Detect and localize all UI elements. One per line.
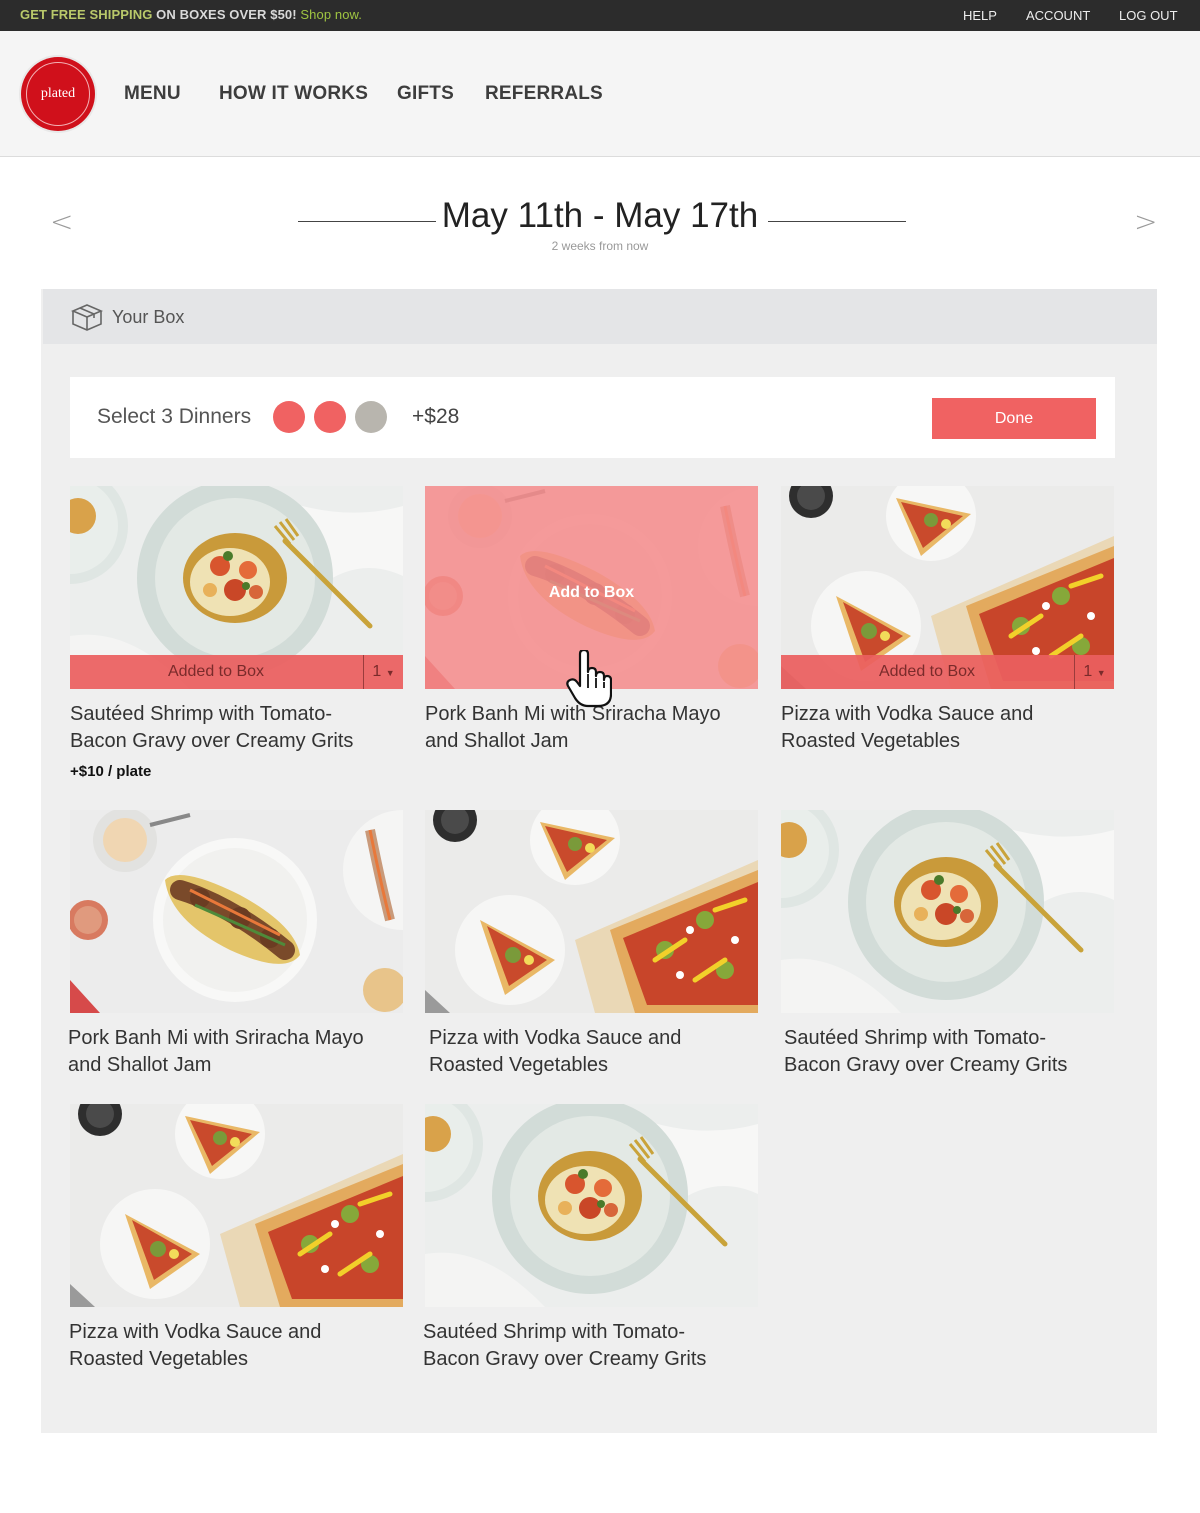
- meal-card: Pizza with Vodka Sauce and Roasted Veget…: [425, 810, 758, 1079]
- promo-highlight: GET FREE SHIPPING: [20, 7, 153, 22]
- meal-card: Add to Box Pork Banh Mi with Sriracha Ma…: [425, 486, 758, 755]
- quantity-value: 1: [372, 663, 382, 680]
- meal-title-line: Sautéed Shrimp with Tomato-: [70, 703, 332, 725]
- selection-dot-filled: [273, 401, 305, 433]
- meal-image[interactable]: [425, 1104, 758, 1307]
- meal-title-line: Bacon Gravy over Creamy Grits: [423, 1348, 707, 1370]
- meal-title-line: Bacon Gravy over Creamy Grits: [70, 730, 354, 752]
- logout-link[interactable]: LOG OUT: [1119, 8, 1178, 23]
- nav-referrals[interactable]: REFERRALS: [485, 83, 603, 105]
- promo-bar: GET FREE SHIPPING ON BOXES OVER $50! Sho…: [0, 0, 1200, 31]
- nav-how-it-works[interactable]: HOW IT WORKS: [219, 83, 368, 105]
- meal-title[interactable]: Pork Banh Mi with Sriracha Mayo and Shal…: [68, 1025, 403, 1079]
- banh-mi-photo: [70, 810, 403, 1013]
- meal-title-line: Sautéed Shrimp with Tomato-: [784, 1027, 1046, 1049]
- plated-logo[interactable]: plated: [21, 57, 95, 131]
- promo-text: GET FREE SHIPPING ON BOXES OVER $50! Sho…: [20, 7, 362, 22]
- quantity-select[interactable]: 1 ▼: [363, 655, 403, 689]
- shrimp-grits-photo: [781, 810, 1114, 1013]
- selection-bar: Select 3 Dinners +$28 Done: [70, 377, 1115, 458]
- meal-title[interactable]: Sautéed Shrimp with Tomato- Bacon Gravy …: [70, 701, 403, 755]
- meal-image[interactable]: [70, 810, 403, 1013]
- select-dinners-text: Select 3 Dinners: [97, 405, 252, 428]
- meal-title[interactable]: Sautéed Shrimp with Tomato- Bacon Gravy …: [784, 1025, 1114, 1079]
- quantity-value: 1: [1083, 663, 1093, 680]
- add-to-box-label: Add to Box: [548, 584, 635, 601]
- meal-surcharge: +$10 / plate: [70, 763, 152, 780]
- quantity-select[interactable]: 1 ▼: [1074, 655, 1114, 689]
- account-link[interactable]: ACCOUNT: [1026, 8, 1090, 23]
- meal-image[interactable]: Added to Box 1 ▼: [781, 486, 1114, 689]
- week-subtitle: 2 weeks from now: [551, 239, 649, 253]
- your-box-label: Your Box: [112, 307, 185, 327]
- meal-image[interactable]: [425, 810, 758, 1013]
- done-button[interactable]: Done: [932, 398, 1096, 439]
- selection-dot-filled: [314, 401, 346, 433]
- meal-title-line: Pizza with Vodka Sauce and: [781, 703, 1034, 725]
- meal-title[interactable]: Pork Banh Mi with Sriracha Mayo and Shal…: [425, 701, 758, 755]
- meal-title[interactable]: Pizza with Vodka Sauce and Roasted Veget…: [69, 1319, 403, 1373]
- meal-card: Pork Banh Mi with Sriracha Mayo and Shal…: [68, 810, 403, 1079]
- added-label: Added to Box: [878, 663, 976, 680]
- added-label: Added to Box: [167, 663, 265, 680]
- meal-title-line: Sautéed Shrimp with Tomato-: [423, 1321, 685, 1343]
- box-icon: [70, 304, 104, 331]
- meal-card: Pizza with Vodka Sauce and Roasted Veget…: [69, 1104, 403, 1373]
- meal-image[interactable]: [781, 810, 1114, 1013]
- meal-title-line: Roasted Vegetables: [429, 1054, 609, 1076]
- site-header: plated MENU HOW IT WORKS GIFTS REFERRALS: [0, 31, 1200, 157]
- week-title: May 11th - May 17th: [441, 196, 759, 235]
- meal-card: Added to Box 1 ▼ Pizza with Vodka Sauce …: [781, 486, 1114, 755]
- meal-title-line: and Shallot Jam: [425, 730, 569, 752]
- hand-cursor-icon: [566, 650, 612, 708]
- shop-now-link[interactable]: Shop now.: [300, 7, 362, 22]
- additional-price: +$28: [412, 405, 460, 428]
- your-box-header[interactable]: Your Box: [43, 289, 1157, 344]
- nav-gifts[interactable]: GIFTS: [397, 83, 454, 105]
- help-link[interactable]: HELP: [963, 8, 997, 23]
- meal-image[interactable]: [70, 1104, 403, 1307]
- shrimp-grits-photo: [425, 1104, 758, 1307]
- chevron-down-icon: ▼: [1096, 668, 1106, 678]
- meal-title-line: Roasted Vegetables: [781, 730, 961, 752]
- meal-card: Sautéed Shrimp with Tomato- Bacon Gravy …: [423, 1104, 758, 1373]
- nav-menu[interactable]: MENU: [124, 83, 181, 105]
- meal-title[interactable]: Pizza with Vodka Sauce and Roasted Veget…: [429, 1025, 758, 1079]
- meal-title-line: Roasted Vegetables: [69, 1348, 249, 1370]
- promo-body: ON BOXES OVER $50!: [152, 7, 301, 22]
- meal-image[interactable]: Added to Box 1 ▼: [70, 486, 403, 689]
- meal-card: Sautéed Shrimp with Tomato- Bacon Gravy …: [781, 810, 1114, 1079]
- pizza-photo: [425, 810, 758, 1013]
- chevron-down-icon: ▼: [385, 668, 395, 678]
- meal-card: Added to Box 1 ▼ Sautéed Shrimp with Tom…: [70, 486, 403, 780]
- added-to-box-bar[interactable]: Added to Box 1 ▼: [781, 655, 1114, 689]
- meal-title[interactable]: Sautéed Shrimp with Tomato- Bacon Gravy …: [423, 1319, 758, 1373]
- added-to-box-bar[interactable]: Added to Box 1 ▼: [70, 655, 403, 689]
- meal-title-line: Pizza with Vodka Sauce and: [69, 1321, 322, 1343]
- meal-title-line: Bacon Gravy over Creamy Grits: [784, 1054, 1068, 1076]
- selection-dot-empty: [355, 401, 387, 433]
- meal-title[interactable]: Pizza with Vodka Sauce and Roasted Veget…: [781, 701, 1114, 755]
- meal-title-line: and Shallot Jam: [68, 1054, 212, 1076]
- pizza-photo: [70, 1104, 403, 1307]
- meal-title-line: Pork Banh Mi with Sriracha Mayo: [68, 1027, 364, 1049]
- logo-text: plated: [26, 62, 90, 126]
- meal-title-line: Pizza with Vodka Sauce and: [429, 1027, 682, 1049]
